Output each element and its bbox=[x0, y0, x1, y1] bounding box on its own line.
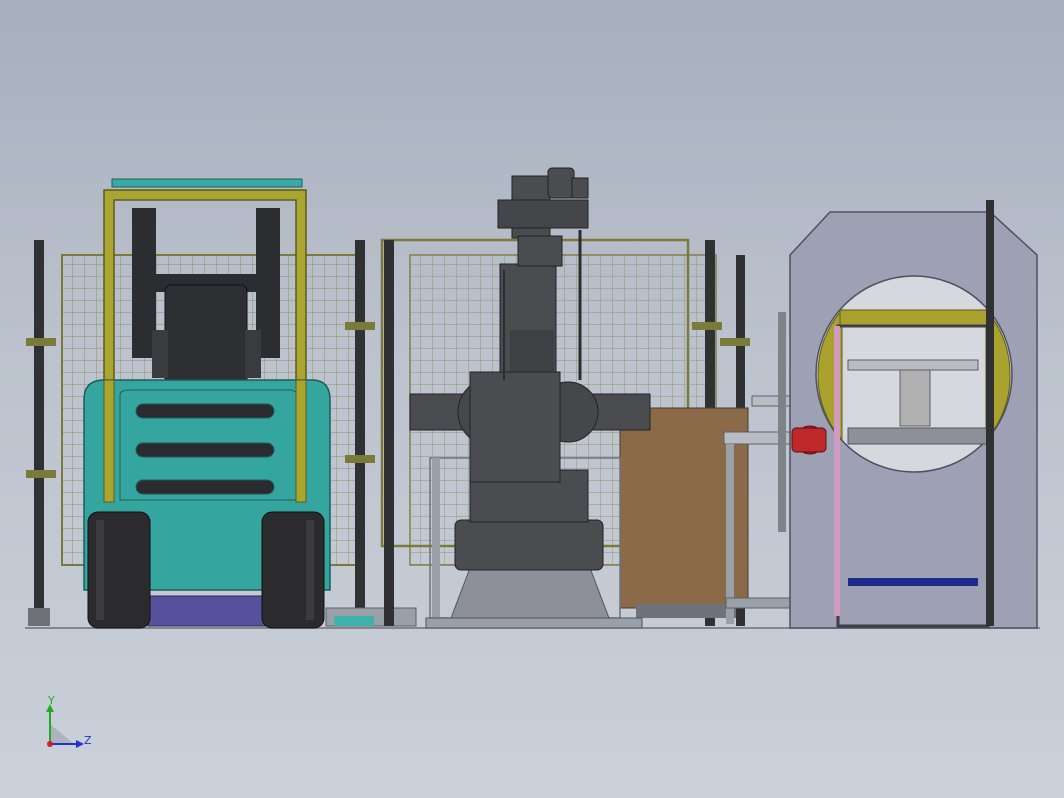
robot-pedestal bbox=[447, 567, 613, 627]
cad-viewport[interactable]: Y Z bbox=[0, 0, 1064, 798]
forklift[interactable] bbox=[83, 178, 331, 629]
stretch-wrapper[interactable] bbox=[789, 200, 1038, 629]
axis-label-z: Z bbox=[84, 734, 92, 747]
axis-triad-icon bbox=[46, 704, 84, 748]
wrap-ring-bar bbox=[839, 309, 991, 327]
axis-label-y: Y bbox=[48, 694, 55, 707]
cad-assembly-drawing[interactable] bbox=[0, 0, 1064, 798]
fence-post-left bbox=[34, 240, 44, 626]
axis-triad: Y Z bbox=[38, 694, 98, 758]
floor-guide-left bbox=[325, 607, 417, 627]
forklift-tire-right bbox=[261, 511, 325, 629]
fence-post-mid bbox=[355, 240, 365, 626]
